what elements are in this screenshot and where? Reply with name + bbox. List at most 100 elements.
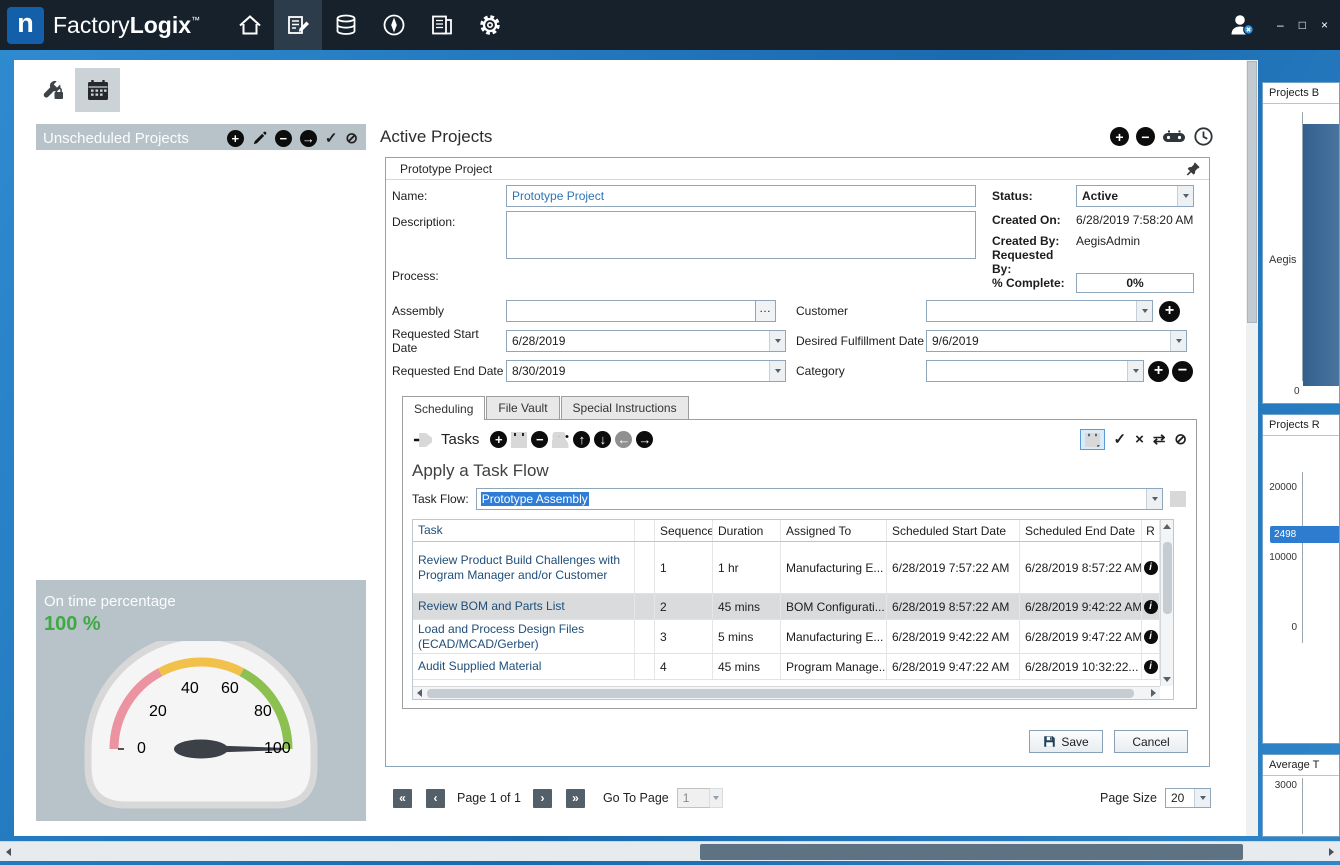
scrollbar-thumb[interactable] (1247, 61, 1257, 323)
col-task[interactable]: Task (413, 520, 635, 541)
unscheduled-projects-list[interactable] (36, 150, 366, 580)
user-icon[interactable] (1227, 12, 1257, 38)
add-project-icon[interactable]: + (227, 130, 244, 147)
last-page-button[interactable]: » (566, 789, 585, 808)
assembly-browse-button[interactable]: … (756, 300, 776, 322)
calendar-view-button[interactable] (1080, 429, 1105, 450)
status-select[interactable]: Active (1076, 185, 1194, 207)
move-task-left-icon[interactable]: ← (615, 431, 632, 448)
form-actions: Save Cancel (1029, 730, 1188, 753)
save-task-flow-icon[interactable] (1170, 491, 1186, 507)
remove-active-project-icon[interactable]: − (1136, 127, 1155, 146)
add-customer-button[interactable]: + (1159, 301, 1180, 322)
cancel-button[interactable]: Cancel (1114, 730, 1188, 753)
info-icon[interactable]: i (1144, 561, 1158, 575)
col-resources[interactable]: R (1142, 520, 1160, 541)
info-icon[interactable]: i (1144, 600, 1158, 614)
assembly-input[interactable] (506, 300, 756, 322)
nav-settings-gear-icon[interactable] (466, 0, 514, 50)
add-category-button[interactable]: + (1148, 361, 1169, 382)
nav-production-editor-icon[interactable] (274, 0, 322, 50)
remove-category-button[interactable]: − (1172, 361, 1193, 382)
task-row[interactable]: Load and Process Design Files (ECAD/MCAD… (413, 620, 1160, 654)
previous-page-button[interactable]: ‹ (426, 789, 445, 808)
scrollbar-thumb[interactable] (1163, 542, 1172, 614)
nav-materials-icon[interactable] (322, 0, 370, 50)
scrollbar-thumb[interactable] (427, 689, 1134, 698)
maximize-button[interactable]: □ (1299, 18, 1306, 32)
scroll-up-arrow[interactable] (1163, 524, 1171, 529)
nav-documents-icon[interactable] (418, 0, 466, 50)
next-page-button[interactable]: › (533, 789, 552, 808)
tab-special-instructions[interactable]: Special Instructions (561, 396, 689, 419)
page-size-select[interactable]: 20 (1165, 788, 1211, 808)
task-flow-combobox[interactable]: Prototype Assembly (476, 488, 1163, 510)
info-icon[interactable]: i (1144, 660, 1158, 674)
col-scheduled-start[interactable]: Scheduled Start Date (887, 520, 1020, 541)
clear-tasks-icon[interactable]: × (1135, 432, 1144, 447)
main-nav (226, 0, 514, 50)
move-task-right-icon[interactable]: → (636, 431, 653, 448)
tasks-table-header: Task Sequence Duration Assigned To Sched… (413, 520, 1160, 542)
tab-setup[interactable] (30, 68, 75, 112)
remove-project-icon[interactable]: − (275, 130, 292, 147)
fulfillment-select[interactable]: 9/6/2019 (926, 330, 1187, 352)
main-vertical-scrollbar[interactable] (1246, 60, 1258, 836)
assign-person-icon[interactable] (552, 432, 569, 448)
average-chart-panel: Average T 3000 (1262, 754, 1340, 837)
requested-end-select[interactable]: 8/30/2019 (506, 360, 786, 382)
save-button[interactable]: Save (1029, 730, 1103, 753)
schedule-project-icon[interactable]: → (300, 130, 317, 147)
close-button[interactable]: × (1321, 18, 1328, 32)
task-row[interactable]: Review Product Build Challenges with Pro… (413, 542, 1160, 594)
ban-tasks-icon[interactable]: ⊘ (1174, 432, 1187, 447)
add-task-icon[interactable]: + (490, 431, 507, 448)
tab-scheduling[interactable]: Scheduling (402, 396, 485, 420)
edit-project-icon[interactable] (252, 131, 267, 146)
category-select[interactable] (926, 360, 1144, 382)
move-task-down-icon[interactable]: ↓ (594, 431, 611, 448)
shuffle-tasks-icon[interactable]: ⇄ (1153, 432, 1166, 447)
assembly-label: Assembly (392, 304, 506, 318)
cancel-icon[interactable]: ⊘ (345, 131, 358, 146)
add-active-project-icon[interactable]: + (1110, 127, 1129, 146)
table-horizontal-scrollbar[interactable] (413, 686, 1160, 699)
tab-scheduling-board[interactable] (75, 68, 120, 112)
col-sequence[interactable]: Sequence (655, 520, 713, 541)
nav-dispatch-icon[interactable] (370, 0, 418, 50)
requested-start-select[interactable]: 6/28/2019 (506, 330, 786, 352)
requested-start-label: Requested Start Date (392, 327, 506, 355)
col-duration[interactable]: Duration (713, 520, 781, 541)
move-task-up-icon[interactable]: ↑ (573, 431, 590, 448)
panel-title: Projects R (1263, 415, 1339, 436)
scroll-right-arrow[interactable] (1151, 689, 1156, 697)
pin-icon[interactable] (1186, 161, 1201, 176)
col-assigned-to[interactable]: Assigned To (781, 520, 887, 541)
table-vertical-scrollbar[interactable] (1160, 520, 1173, 686)
add-task-calendar-icon[interactable] (511, 432, 527, 448)
task-row[interactable]: Audit Supplied Material 4 45 mins Progra… (413, 654, 1160, 680)
tab-file-vault[interactable]: File Vault (486, 396, 559, 419)
scroll-left-arrow[interactable] (417, 689, 422, 697)
customer-select[interactable] (926, 300, 1153, 322)
axis-tick-label: 10000 (1269, 552, 1297, 563)
unscheduled-projects-panel: Unscheduled Projects + − → ✓ ⊘ On time p… (36, 124, 366, 821)
task-row-selected[interactable]: Review BOM and Parts List 2 45 mins BOM … (413, 594, 1160, 620)
info-icon[interactable]: i (1144, 630, 1158, 644)
scroll-down-arrow[interactable] (1163, 677, 1171, 682)
nav-home-icon[interactable] (226, 0, 274, 50)
col-scheduled-end[interactable]: Scheduled End Date (1020, 520, 1142, 541)
minimize-button[interactable]: – (1277, 18, 1284, 32)
scroll-left-arrow[interactable] (6, 848, 11, 856)
main-horizontal-scrollbar[interactable] (0, 841, 1340, 861)
remove-task-icon[interactable]: − (531, 431, 548, 448)
accept-tasks-icon[interactable]: ✓ (1114, 432, 1127, 447)
scrollbar-thumb[interactable] (700, 844, 1243, 860)
confirm-icon[interactable]: ✓ (325, 131, 338, 146)
first-page-button[interactable]: « (393, 789, 412, 808)
scroll-right-arrow[interactable] (1329, 848, 1334, 856)
name-input[interactable] (506, 185, 976, 207)
gamepad-icon[interactable] (1162, 129, 1186, 145)
description-input[interactable] (506, 211, 976, 259)
history-clock-icon[interactable] (1193, 126, 1214, 147)
